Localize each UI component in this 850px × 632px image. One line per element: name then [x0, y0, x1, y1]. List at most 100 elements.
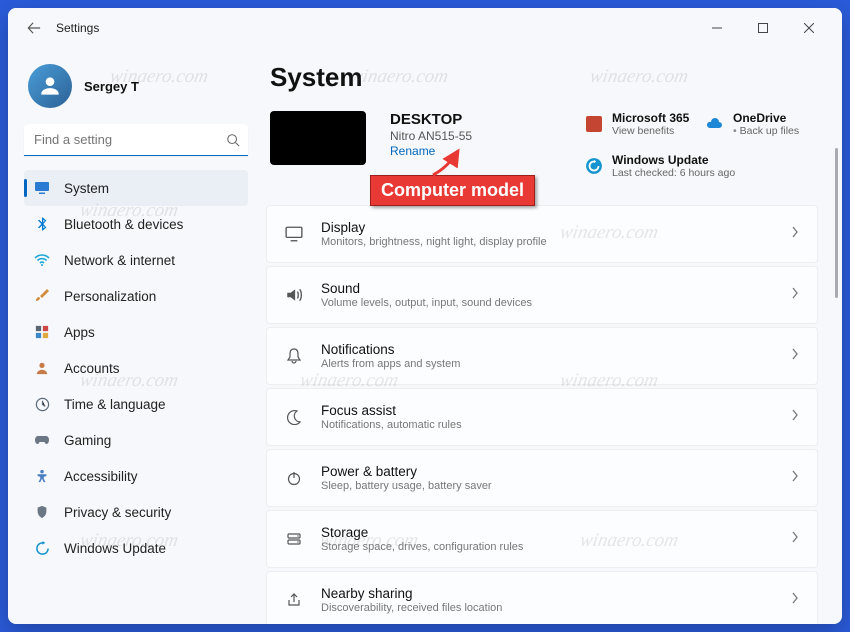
- nav-privacy[interactable]: Privacy & security: [24, 494, 248, 530]
- nav-label: Gaming: [64, 433, 111, 448]
- chevron-right-icon: [791, 530, 799, 548]
- tile-onedrive[interactable]: OneDrive • Back up files: [705, 111, 818, 137]
- quick-tiles: Microsoft 365 View benefits OneDrive • B…: [584, 111, 818, 179]
- user-name: Sergey T: [84, 79, 139, 94]
- desktop-thumbnail: [270, 111, 366, 165]
- nav-label: Accessibility: [64, 469, 138, 484]
- moon-icon: [285, 408, 303, 426]
- accessibility-icon: [34, 468, 50, 484]
- pc-model: Nitro AN515-55: [390, 129, 560, 143]
- window-title: Settings: [56, 21, 99, 35]
- scrollbar[interactable]: [835, 148, 838, 298]
- card-title: Notifications: [321, 342, 460, 357]
- nav-system[interactable]: System: [24, 170, 248, 206]
- shield-icon: [34, 504, 50, 520]
- content: System DESKTOP Nitro AN515-55 Rename Mic…: [256, 48, 842, 624]
- brush-icon: [34, 288, 50, 304]
- display-icon: [34, 180, 50, 196]
- card-title: Power & battery: [321, 464, 492, 479]
- tile-microsoft365[interactable]: Microsoft 365 View benefits: [584, 111, 697, 137]
- card-storage[interactable]: StorageStorage space, drives, configurat…: [266, 510, 818, 568]
- card-sub: Monitors, brightness, night light, displ…: [321, 236, 547, 248]
- nav-apps[interactable]: Apps: [24, 314, 248, 350]
- nav-network[interactable]: Network & internet: [24, 242, 248, 278]
- nav-personalization[interactable]: Personalization: [24, 278, 248, 314]
- chevron-right-icon: [791, 225, 799, 243]
- search-box: [24, 124, 248, 156]
- hero: DESKTOP Nitro AN515-55 Rename Microsoft …: [266, 111, 818, 179]
- card-display[interactable]: DisplayMonitors, brightness, night light…: [266, 205, 818, 263]
- card-title: Sound: [321, 281, 532, 296]
- nav-label: System: [64, 181, 109, 196]
- person-icon: [34, 360, 50, 376]
- settings-window: Settings Sergey T: [8, 8, 842, 624]
- back-button[interactable]: [18, 12, 50, 44]
- storage-icon: [285, 530, 303, 548]
- sidebar: Sergey T System Bluetooth & devices Netw…: [8, 48, 256, 624]
- profile[interactable]: Sergey T: [24, 58, 248, 124]
- person-icon: [37, 73, 63, 99]
- m365-icon: [584, 114, 604, 134]
- nav-accessibility[interactable]: Accessibility: [24, 458, 248, 494]
- nav-label: Apps: [64, 325, 95, 340]
- page-title: System: [270, 62, 818, 93]
- update-icon: [584, 156, 604, 176]
- close-icon: [804, 23, 814, 33]
- tile-sub: • Back up files: [733, 125, 799, 137]
- wifi-icon: [34, 252, 50, 268]
- clock-globe-icon: [34, 396, 50, 412]
- rename-link[interactable]: Rename: [390, 144, 560, 158]
- card-sub: Storage space, drives, configuration rul…: [321, 541, 523, 553]
- card-title: Nearby sharing: [321, 586, 502, 601]
- onedrive-icon: [705, 114, 725, 134]
- card-sub: Volume levels, output, input, sound devi…: [321, 297, 532, 309]
- power-icon: [285, 469, 303, 487]
- pc-name-block: DESKTOP Nitro AN515-55 Rename: [390, 111, 560, 158]
- chevron-right-icon: [791, 347, 799, 365]
- search-icon: [226, 133, 240, 147]
- bluetooth-icon: [34, 216, 50, 232]
- nav-label: Accounts: [64, 361, 120, 376]
- chevron-right-icon: [791, 591, 799, 609]
- update-icon: [34, 540, 50, 556]
- nav-label: Windows Update: [64, 541, 166, 556]
- share-icon: [285, 591, 303, 609]
- gamepad-icon: [34, 432, 50, 448]
- card-title: Display: [321, 220, 547, 235]
- chevron-right-icon: [791, 469, 799, 487]
- annotation-text: Computer model: [370, 175, 535, 206]
- nav-label: Network & internet: [64, 253, 175, 268]
- card-focus-assist[interactable]: Focus assistNotifications, automatic rul…: [266, 388, 818, 446]
- sound-icon: [285, 286, 303, 304]
- nav-gaming[interactable]: Gaming: [24, 422, 248, 458]
- display-icon: [285, 225, 303, 243]
- tile-sub: Last checked: 6 hours ago: [612, 167, 735, 179]
- minimize-button[interactable]: [694, 12, 740, 44]
- card-sound[interactable]: SoundVolume levels, output, input, sound…: [266, 266, 818, 324]
- chevron-right-icon: [791, 408, 799, 426]
- avatar: [28, 64, 72, 108]
- nav-label: Bluetooth & devices: [64, 217, 183, 232]
- titlebar: Settings: [8, 8, 842, 48]
- tile-title: Microsoft 365: [612, 111, 689, 125]
- nav-bluetooth[interactable]: Bluetooth & devices: [24, 206, 248, 242]
- minimize-icon: [712, 23, 722, 33]
- card-notifications[interactable]: NotificationsAlerts from apps and system: [266, 327, 818, 385]
- settings-cards: DisplayMonitors, brightness, night light…: [266, 205, 818, 624]
- card-title: Storage: [321, 525, 523, 540]
- card-nearby-sharing[interactable]: Nearby sharingDiscoverability, received …: [266, 571, 818, 624]
- tile-windows-update[interactable]: Windows Update Last checked: 6 hours ago: [584, 153, 818, 179]
- maximize-button[interactable]: [740, 12, 786, 44]
- card-sub: Discoverability, received files location: [321, 602, 502, 614]
- nav-label: Personalization: [64, 289, 156, 304]
- search-input[interactable]: [24, 124, 248, 156]
- card-power[interactable]: Power & batterySleep, battery usage, bat…: [266, 449, 818, 507]
- nav: System Bluetooth & devices Network & int…: [24, 170, 248, 566]
- tile-sub: View benefits: [612, 125, 689, 137]
- nav-time-language[interactable]: Time & language: [24, 386, 248, 422]
- nav-accounts[interactable]: Accounts: [24, 350, 248, 386]
- card-sub: Alerts from apps and system: [321, 358, 460, 370]
- bell-icon: [285, 347, 303, 365]
- close-button[interactable]: [786, 12, 832, 44]
- nav-windows-update[interactable]: Windows Update: [24, 530, 248, 566]
